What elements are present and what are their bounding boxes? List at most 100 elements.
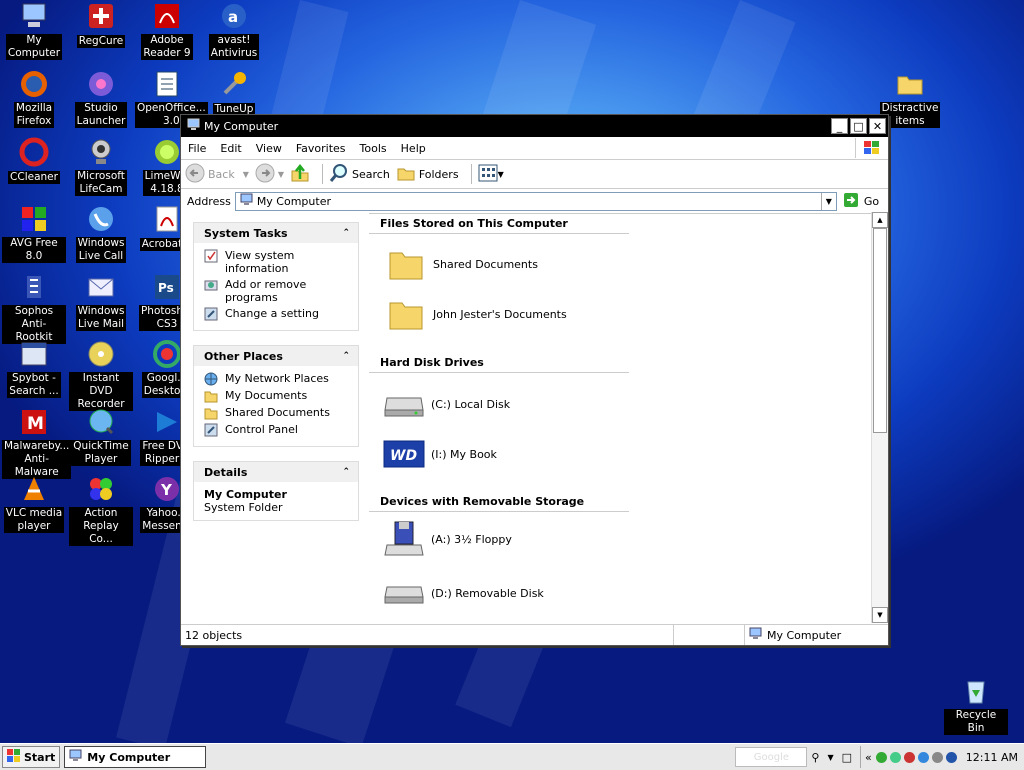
status-panel [674, 625, 745, 645]
details-name: My Computer [204, 488, 287, 501]
task-view-system-information[interactable]: View system information [204, 249, 350, 275]
desktop-icon-adobe-reader[interactable]: Adobe Reader 9 [135, 0, 199, 60]
menu-help[interactable]: Help [394, 142, 433, 155]
desktop-icon-spybot[interactable]: Spybot - Search ... [2, 338, 66, 398]
minimize-icon: _ [836, 119, 843, 133]
address-dropdown-button[interactable]: ▼ [820, 192, 836, 210]
menu-edit[interactable]: Edit [213, 142, 248, 155]
taskbar: Start My Computer Google ⚲ ▼ □ « 12:11 A… [0, 743, 1024, 770]
volume-icon[interactable] [931, 751, 943, 763]
status-object-count: 12 objects [181, 625, 674, 645]
add-remove-programs-icon [204, 280, 218, 291]
collapse-icon[interactable]: ⌃ [342, 351, 350, 361]
firefox-icon [18, 68, 50, 100]
desktop-icon-quicktime[interactable]: QuickTime Player [69, 406, 133, 466]
folders-button[interactable]: Folders [396, 163, 459, 186]
maximize-button[interactable]: □ [850, 118, 867, 134]
chevron-down-icon: ▼ [242, 169, 249, 179]
desktop-icon-my-computer[interactable]: My Computer [2, 0, 66, 60]
search-button[interactable]: Search [329, 163, 390, 186]
minimize-button[interactable]: _ [831, 118, 848, 134]
desktop-icon-vlc[interactable]: VLC media player [2, 473, 66, 533]
group-removable-storage: Devices with Removable Storage [369, 495, 629, 512]
taskbar-my-computer[interactable]: My Computer [64, 746, 207, 768]
live-mail-icon [85, 271, 117, 303]
desktop-icon-tuneup[interactable]: TuneUp [202, 68, 266, 116]
item-my-book-i[interactable]: WD (I:) My Book [383, 437, 497, 471]
item-user-documents[interactable]: John Jester's Documents [385, 297, 567, 331]
address-input[interactable]: My Computer ▼ [234, 191, 837, 211]
details-header[interactable]: Details ⌃ [194, 462, 358, 482]
menu-favorites[interactable]: Favorites [289, 142, 353, 155]
other-places-header[interactable]: Other Places ⌃ [194, 346, 358, 366]
desktop-icon-live-mail[interactable]: Windows Live Mail [69, 271, 133, 331]
collapse-icon[interactable]: ⌃ [342, 467, 350, 477]
item-floppy-a[interactable]: (A:) 3½ Floppy [383, 521, 512, 556]
google-search-box[interactable]: Google [735, 747, 808, 767]
restore-icon[interactable]: □ [842, 751, 852, 764]
back-button[interactable]: Back ▼ [185, 163, 249, 186]
forward-button[interactable]: ▼ [255, 163, 284, 186]
start-button[interactable]: Start [2, 746, 61, 768]
task-add-remove-programs[interactable]: Add or remove programs [204, 278, 350, 304]
desktop-icon-avg[interactable]: AVG Free 8.0 [2, 203, 66, 263]
antivirus-icon[interactable] [903, 751, 915, 763]
regcure-icon [85, 0, 117, 32]
desktop-icon-regcure[interactable]: RegCure [69, 0, 133, 48]
clock[interactable]: 12:11 AM [966, 751, 1018, 764]
item-local-disk-c[interactable]: (C:) Local Disk [383, 387, 510, 421]
desktop-icon-recycle-bin[interactable]: Recycle Bin [944, 675, 1008, 735]
desktop-icon-studio-launcher[interactable]: Studio Launcher [69, 68, 133, 128]
desktop-icon-malwarebytes[interactable]: M Malwareby... Anti-Malware [2, 406, 72, 479]
desktop-icon-sophos[interactable]: Sophos Anti-Rootkit [2, 271, 66, 344]
search-icon[interactable]: ⚲ [811, 751, 819, 764]
desktop-icon-ccleaner[interactable]: CCleaner [2, 136, 66, 184]
desktop-icon-lifecam[interactable]: Microsoft LifeCam [69, 136, 133, 196]
scroll-down-button[interactable]: ▼ [872, 607, 888, 623]
system-tasks-header[interactable]: System Tasks ⌃ [194, 223, 358, 243]
menu-bar: File Edit View Favorites Tools Help [181, 137, 888, 160]
desktop-icon-live-call[interactable]: Windows Live Call [69, 203, 133, 263]
place-control-panel[interactable]: Control Panel [204, 423, 350, 437]
update-icon[interactable] [917, 751, 929, 763]
task-change-setting[interactable]: Change a setting [204, 307, 350, 321]
vertical-scrollbar[interactable]: ▲ ▼ [871, 212, 888, 623]
expand-tray-icon[interactable]: « [865, 751, 872, 764]
title-bar[interactable]: My Computer _ □ ✕ [181, 115, 888, 137]
security-icon[interactable] [945, 751, 957, 763]
views-button[interactable]: ▼ [478, 164, 504, 185]
scroll-up-button[interactable]: ▲ [872, 212, 888, 228]
place-shared-documents[interactable]: Shared Documents [204, 406, 350, 420]
place-my-documents[interactable]: My Documents [204, 389, 350, 403]
group-header: Files Stored on This Computer [369, 217, 629, 234]
collapse-icon[interactable]: ⌃ [342, 228, 350, 238]
lifecam-icon [85, 136, 117, 168]
details-panel: Details ⌃ My Computer System Folder [193, 461, 359, 521]
up-folder-icon [290, 163, 310, 186]
documents-folder-icon [204, 391, 218, 403]
desktop-icon-avast[interactable]: a avast! Antivirus [202, 0, 266, 60]
views-icon [478, 164, 498, 185]
address-bar: Address My Computer ▼ Go [181, 189, 888, 214]
place-my-network-places[interactable]: My Network Places [204, 372, 350, 386]
window-content: System Tasks ⌃ View system information Ad… [181, 212, 888, 623]
menu-file[interactable]: File [181, 142, 213, 155]
desktop-icon-action-replay[interactable]: Action Replay Co... [69, 473, 133, 546]
network-icon[interactable] [875, 751, 887, 763]
network-activity-icon[interactable] [889, 751, 901, 763]
go-button[interactable]: Go [843, 192, 879, 211]
up-button[interactable] [290, 163, 310, 186]
desktop-icon-dvd-recorder[interactable]: Instant DVD Recorder [69, 338, 133, 411]
spybot-icon [18, 338, 50, 370]
scroll-thumb[interactable] [873, 228, 887, 433]
item-removable-d[interactable]: (D:) Removable Disk [383, 576, 544, 610]
system-info-icon [204, 249, 218, 263]
desktop-icon-firefox[interactable]: Mozilla Firefox [2, 68, 66, 128]
chevron-down-icon[interactable]: ▼ [827, 753, 833, 762]
svg-text:Ps: Ps [158, 281, 174, 295]
item-shared-documents[interactable]: Shared Documents [385, 247, 538, 281]
control-panel-icon [204, 423, 218, 437]
menu-tools[interactable]: Tools [353, 142, 394, 155]
menu-view[interactable]: View [249, 142, 289, 155]
close-button[interactable]: ✕ [869, 118, 886, 134]
